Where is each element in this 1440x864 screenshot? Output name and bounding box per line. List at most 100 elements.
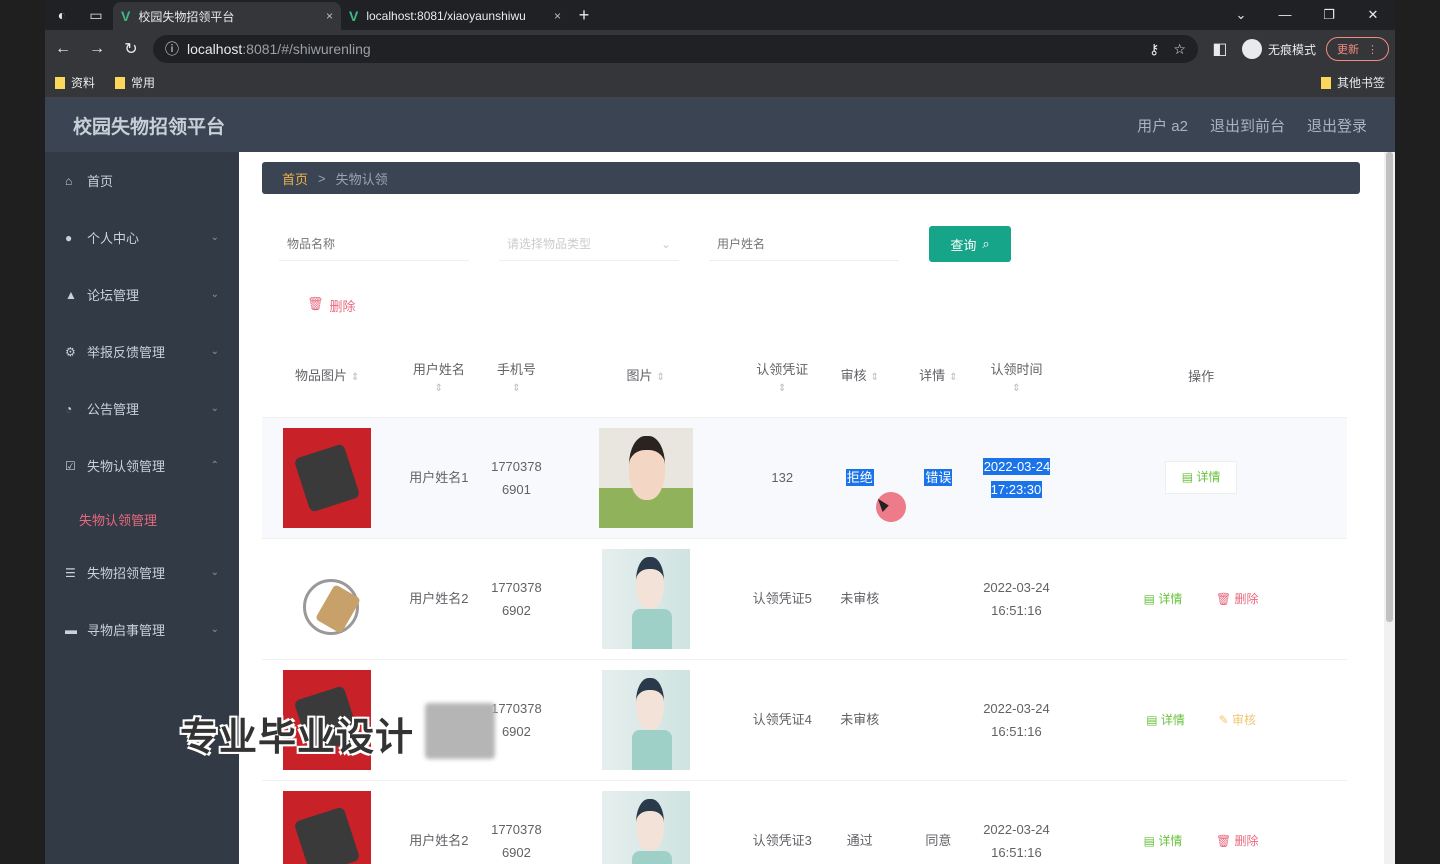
col-header-detail[interactable]: 详情 ⇕ xyxy=(899,337,978,417)
sidebar-item-feedback[interactable]: ⚙ 举报反馈管理 ⌄ xyxy=(45,323,239,380)
tab-close-icon[interactable]: × xyxy=(554,9,561,23)
sidebar-item-home[interactable]: ⌂ 首页 xyxy=(45,152,239,209)
notice-icon: ◔ xyxy=(65,401,73,416)
browser-tab[interactable]: V localhost:8081/xiaoyaunshiwu × xyxy=(341,2,569,30)
breadcrumb: 首页 > 失物认领 xyxy=(262,162,1360,194)
cell-claim-time: 2022-03-24 17:23:30 xyxy=(982,457,1051,498)
chevron-up-icon: ⌃ xyxy=(210,460,219,471)
cell-detail: 错误 xyxy=(924,469,953,486)
sidebar-item-label: 公告管理 xyxy=(87,402,140,417)
chevron-down-icon: ⌄ xyxy=(210,346,219,357)
reload-icon[interactable]: ↻ xyxy=(119,39,143,59)
delete-button[interactable]: 🗑 删除 xyxy=(1216,834,1259,848)
sidebar-item-search-notice[interactable]: ▬ 寻物启事管理 ⌄ xyxy=(45,601,239,658)
detail-button[interactable]: ▤ 详情 xyxy=(1146,713,1185,727)
back-icon[interactable]: ← xyxy=(51,40,75,58)
cell-phone: 17703786902 xyxy=(485,779,548,864)
col-header-phone[interactable]: 手机号 ⇕ xyxy=(485,337,547,417)
query-button[interactable]: 查询 ⌕ xyxy=(929,226,1011,262)
tab-close-icon[interactable]: × xyxy=(326,9,333,23)
update-label: 更新 xyxy=(1337,44,1359,56)
restore-icon[interactable]: ❐ xyxy=(1307,7,1351,23)
wallet-image[interactable] xyxy=(283,427,372,528)
url-path: :8081/#/shiwurenling xyxy=(242,41,371,57)
cell-detail: 同意 xyxy=(899,779,978,864)
user-photo[interactable] xyxy=(598,427,693,528)
keys-image[interactable] xyxy=(283,548,372,649)
bookmark-folder[interactable]: 资料 xyxy=(55,74,95,91)
update-button[interactable]: 更新 ⋮ xyxy=(1326,37,1389,61)
breadcrumb-current: 失物认领 xyxy=(335,171,388,187)
sidebar-item-profile[interactable]: ● 个人中心 ⌄ xyxy=(45,209,239,266)
user-photo[interactable] xyxy=(601,669,690,770)
scrollbar-thumb[interactable] xyxy=(1386,152,1393,622)
detail-button[interactable]: ▤ 详情 xyxy=(1144,834,1183,848)
cell-audit: 未审核 xyxy=(820,537,900,659)
browser-menu-icon[interactable]: ◐ xyxy=(45,0,79,30)
browser-tab-active[interactable]: V 校园失物招领平台 × xyxy=(113,2,341,30)
col-header-audit[interactable]: 审核 ⇕ xyxy=(820,337,899,417)
bookmark-label: 其他书签 xyxy=(1336,76,1385,90)
address-bar: ← → ↻ ⓘ localhost:8081/#/shiwurenling ⚷ … xyxy=(45,30,1395,68)
bookmark-folder[interactable]: 常用 xyxy=(115,74,155,91)
folder-icon xyxy=(1320,76,1331,89)
cell-voucher: 认领凭证4 xyxy=(743,658,821,780)
item-name-input[interactable] xyxy=(279,227,469,261)
sidebar-item-notice[interactable]: ◔ 公告管理 ⌄ xyxy=(45,380,239,437)
sort-icon: ⇕ xyxy=(350,371,360,383)
browser-tab-bar: ◐ ▭ V 校园失物招领平台 × V localhost:8081/xiaoya… xyxy=(45,0,1395,30)
app-header: 校园失物招领平台 用户 a2 退出到前台 退出登录 xyxy=(45,98,1395,152)
col-header-item-image[interactable]: 物品图片 ⇕ xyxy=(262,337,392,417)
back-to-front-link[interactable]: 退出到前台 xyxy=(1210,115,1285,136)
chevron-down-icon: ⌄ xyxy=(210,232,219,243)
detail-button[interactable]: ▤ 详情 xyxy=(1164,461,1238,494)
sidebar-item-claim[interactable]: ☑ 失物认领管理 ⌃ xyxy=(45,437,239,494)
sort-icon: ⇕ xyxy=(778,382,787,394)
tab-list-icon[interactable]: ⌄ xyxy=(1219,7,1263,23)
current-user-link[interactable]: 用户 a2 xyxy=(1137,115,1188,136)
claim-table: 物品图片 ⇕ 用户姓名 ⇕ 手机号 ⇕ 图片 ⇕ 认领凭证 ⇕ 审核 ⇕ 详情 ⇕ 认领时间 ⇕… xyxy=(262,337,1347,864)
delete-button[interactable]: 🗑 删除 xyxy=(1216,592,1259,606)
side-panel-icon[interactable]: ◧ xyxy=(1208,39,1232,59)
forward-icon[interactable]: → xyxy=(85,40,109,58)
incognito-indicator[interactable]: 无痕模式 xyxy=(1241,39,1316,59)
item-type-select[interactable]: 请选择物品类型 ⌄ xyxy=(499,227,679,261)
key-icon[interactable]: ⚷ xyxy=(1149,41,1159,58)
sidebar-item-lost-found[interactable]: ☰ 失物招领管理 ⌄ xyxy=(45,544,239,601)
col-header-voucher[interactable]: 认领凭证 ⇕ xyxy=(744,337,821,417)
col-header-photo[interactable]: 图片 ⇕ xyxy=(547,337,744,417)
audit-button[interactable]: ✎ 审核 xyxy=(1219,713,1256,727)
page-scrollbar[interactable] xyxy=(1384,152,1395,864)
user-name-input[interactable] xyxy=(709,227,899,261)
table-row[interactable]: 用户姓名2 17703786902 认领凭证5 未审核 2022-03-24 1… xyxy=(262,537,1347,659)
breadcrumb-home[interactable]: 首页 xyxy=(282,169,308,188)
search-notice-icon: ▬ xyxy=(65,622,77,637)
cell-detail xyxy=(899,537,978,659)
url-input[interactable]: ⓘ localhost:8081/#/shiwurenling ⚷ ☆ xyxy=(153,35,1198,63)
sidebar-item-label: 论坛管理 xyxy=(87,288,140,303)
col-header-user-name[interactable]: 用户姓名 ⇕ xyxy=(392,337,485,417)
col-header-claim-time[interactable]: 认领时间 ⇕ xyxy=(978,337,1056,417)
new-tab-button[interactable]: + xyxy=(569,5,599,26)
logout-link[interactable]: 退出登录 xyxy=(1307,115,1367,136)
trash-icon: 🗑 xyxy=(307,296,324,311)
blurred-region xyxy=(425,703,495,759)
detail-button[interactable]: ▤ 详情 xyxy=(1144,592,1183,606)
minimize-icon[interactable]: — xyxy=(1263,7,1307,23)
app-title: 校园失物招领平台 xyxy=(73,116,226,138)
close-window-icon[interactable]: ✕ xyxy=(1351,7,1395,23)
table-row[interactable]: 用户姓名1 17703786901 132 拒绝 错误 2022-03-24 1… xyxy=(262,416,1347,538)
other-bookmarks[interactable]: 其他书签 xyxy=(1320,74,1385,91)
user-photo[interactable] xyxy=(601,790,690,864)
sidebar-subitem-claim-manage[interactable]: 失物认领管理 xyxy=(45,494,239,544)
sort-icon: ⇕ xyxy=(870,371,879,383)
user-icon: ● xyxy=(65,230,73,245)
wallet-image[interactable] xyxy=(283,790,372,864)
batch-delete-button[interactable]: 🗑 删除 xyxy=(307,296,356,315)
tab-search-icon[interactable]: ▭ xyxy=(79,0,113,30)
user-photo[interactable] xyxy=(601,548,690,649)
star-icon[interactable]: ☆ xyxy=(1173,41,1186,58)
sidebar-item-forum[interactable]: ▲ 论坛管理 ⌄ xyxy=(45,266,239,323)
info-icon[interactable]: ⓘ xyxy=(165,39,179,59)
table-row[interactable]: 用户姓名2 17703786902 认领凭证3 通过 同意 2022-03-24… xyxy=(262,779,1347,864)
